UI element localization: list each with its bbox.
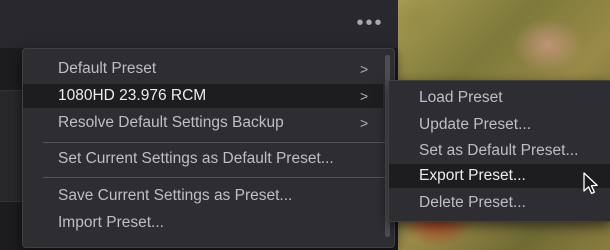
menu-item-label: Save Current Settings as Preset... (58, 187, 293, 204)
menu-item-import-preset[interactable]: Import Preset... (23, 211, 383, 235)
submenu-item-label: Export Preset... (419, 167, 526, 184)
mouse-pointer-icon (583, 172, 598, 195)
submenu-item-update-preset[interactable]: Update Preset... (389, 113, 610, 137)
more-options-button[interactable]: ••• (352, 13, 388, 36)
preset-menu: Default Preset > 1080HD 23.976 RCM > Res… (22, 48, 395, 248)
preset-submenu: Load Preset Update Preset... Set as Defa… (388, 80, 610, 222)
submenu-item-label: Delete Preset... (419, 194, 526, 211)
menu-divider (43, 177, 385, 178)
menu-item-label: Default Preset (58, 60, 157, 77)
menu-item-save-preset[interactable]: Save Current Settings as Preset... (23, 184, 383, 208)
menu-item-label: 1080HD 23.976 RCM (58, 87, 207, 104)
chevron-right-icon: > (360, 88, 369, 104)
submenu-item-load-preset[interactable]: Load Preset (389, 86, 610, 110)
submenu-item-label: Update Preset... (419, 116, 532, 133)
chevron-right-icon: > (360, 61, 369, 77)
chevron-right-icon: > (360, 115, 369, 131)
menu-item-1080hd-preset[interactable]: 1080HD 23.976 RCM > (23, 84, 383, 108)
menu-item-set-default-preset[interactable]: Set Current Settings as Default Preset..… (23, 147, 383, 171)
submenu-item-delete-preset[interactable]: Delete Preset... (389, 191, 610, 215)
menu-divider (43, 142, 385, 143)
menu-item-default-preset[interactable]: Default Preset > (23, 57, 383, 81)
submenu-item-label: Set as Default Preset... (419, 142, 579, 159)
menu-item-label: Set Current Settings as Default Preset..… (58, 150, 334, 167)
settings-toolbar: ••• (0, 0, 398, 49)
submenu-item-label: Load Preset (419, 89, 503, 106)
menu-item-resolve-backup[interactable]: Resolve Default Settings Backup > (23, 111, 383, 135)
submenu-item-set-default[interactable]: Set as Default Preset... (389, 139, 610, 163)
menu-item-label: Resolve Default Settings Backup (58, 114, 284, 131)
menu-item-label: Import Preset... (58, 214, 164, 231)
submenu-item-export-preset[interactable]: Export Preset... (389, 164, 610, 188)
